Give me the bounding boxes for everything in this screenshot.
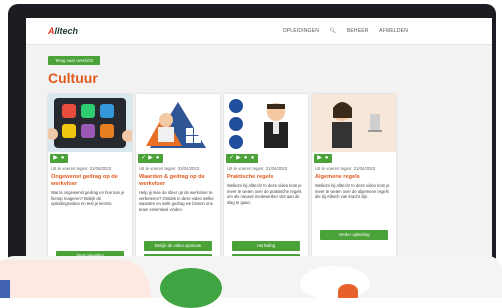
main-nav: OPLEIDINGEN 🔍︎ BEHEER AFMELDEN — [274, 28, 408, 34]
check-icon: ✓ — [140, 155, 147, 161]
chat-icon[interactable]: ● — [59, 155, 66, 162]
rewatch-video-button[interactable]: Bekijk de video opnieuw — [144, 241, 212, 251]
course-thumbnail — [136, 94, 220, 152]
flame-icon — [338, 284, 358, 298]
chat-icon[interactable]: ● — [249, 155, 256, 162]
decorative-shape — [0, 260, 150, 298]
card-title[interactable]: Praktische regels — [227, 174, 305, 181]
course-thumbnail — [224, 94, 308, 152]
card-description: Welkom bij Alltech! In deze video kom je… — [227, 183, 302, 205]
card-description: Wat is ongewenst gedrag en hoe kan je hi… — [51, 190, 125, 207]
due-date: Uit te voeren tegen: 02/04/2023 — [139, 166, 200, 171]
play-icon[interactable]: ▶ — [147, 155, 154, 162]
card-title[interactable]: Waarden & gedrag op de werkvloer — [139, 174, 217, 187]
search-icon[interactable]: 🔍︎ — [330, 28, 337, 34]
nav-afmelden[interactable]: AFMELDEN — [379, 28, 408, 34]
course-thumbnail — [48, 94, 132, 152]
top-navigation-bar: Alltech OPLEIDINGEN 🔍︎ BEHEER AFMELDEN — [26, 18, 492, 45]
card-status-icons: ▶ ● — [50, 154, 68, 163]
browser-screen: Alltech OPLEIDINGEN 🔍︎ BEHEER AFMELDEN T… — [26, 18, 492, 288]
course-card[interactable]: ✓ ▶ ● ● Uit te voeren tegen: 21/04/2023 … — [224, 94, 308, 270]
card-status-icons: ✓ ▶ ● ● — [226, 154, 258, 163]
alltech-logo[interactable]: Alltech — [48, 26, 78, 36]
play-icon[interactable]: ▶ — [316, 155, 323, 162]
chat-icon[interactable]: ● — [242, 155, 249, 162]
check-icon: ✓ — [228, 155, 235, 161]
due-date: Uit te voeren tegen: 21/08/2023 — [51, 166, 112, 171]
course-thumbnail — [312, 94, 396, 152]
logo-text: lltech — [54, 26, 79, 36]
play-icon[interactable]: ▶ — [235, 155, 242, 162]
card-title[interactable]: Ongewenst gedrag op de werkvloer — [51, 174, 129, 187]
decorative-circle — [160, 268, 222, 308]
course-card[interactable]: ✓ ▶ ● Uit te voeren tegen: 02/04/2023 Wa… — [136, 94, 220, 270]
page-title: Cultuur — [48, 70, 98, 86]
card-status-icons: ✓ ▶ ● — [138, 154, 163, 163]
chat-icon[interactable]: ● — [323, 155, 330, 162]
repeat-button[interactable]: Herhaling — [232, 241, 300, 251]
card-description: Help jij mee de sfeer op de werkvloer te… — [139, 190, 214, 212]
monitor-frame: Alltech OPLEIDINGEN 🔍︎ BEHEER AFMELDEN T… — [8, 4, 496, 296]
card-title[interactable]: Algemene regels — [315, 174, 393, 181]
due-date: Uit te voeren tegen: 21/04/2023 — [227, 166, 288, 171]
continue-course-button[interactable]: Verder opleiding — [320, 230, 388, 240]
course-card[interactable]: ▶ ● Uit te voeren tegen: 21/04/2023 Alge… — [312, 94, 396, 270]
card-status-icons: ▶ ● — [314, 154, 332, 163]
nav-opleidingen[interactable]: OPLEIDINGEN — [283, 28, 319, 34]
course-card[interactable]: ▶ ● Uit te voeren tegen: 21/08/2023 Onge… — [48, 94, 132, 270]
decorative-mark — [0, 280, 10, 298]
decorative-circle — [300, 266, 370, 300]
card-description: Welkom bij Alltech! In deze video kom je… — [315, 183, 390, 200]
chat-icon[interactable]: ● — [154, 155, 161, 162]
back-to-overview-button[interactable]: Terug naar overzicht — [48, 56, 100, 65]
nav-beheer[interactable]: BEHEER — [347, 28, 369, 34]
due-date: Uit te voeren tegen: 21/04/2023 — [315, 166, 376, 171]
play-icon[interactable]: ▶ — [52, 155, 59, 162]
